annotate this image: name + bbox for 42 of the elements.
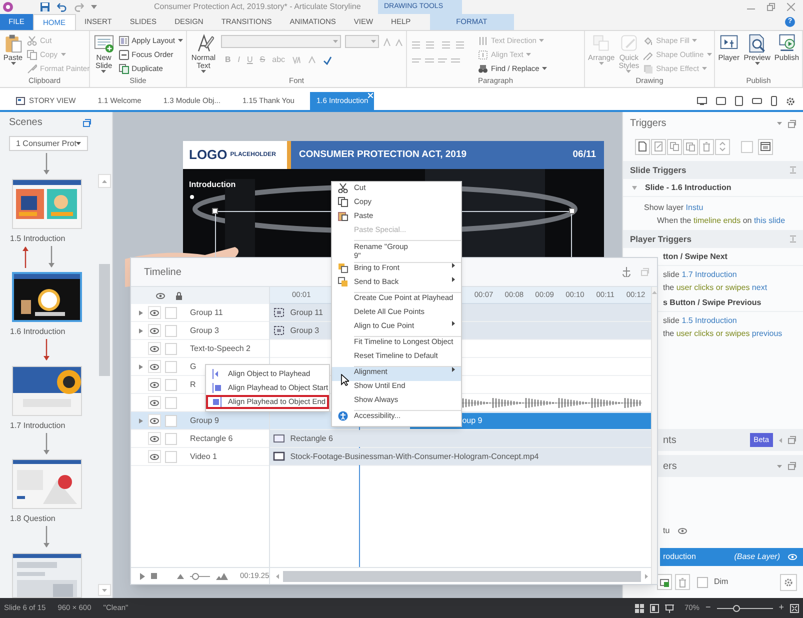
- section-title: Slide Triggers: [630, 164, 686, 176]
- slide-label: 1.7 Introduction: [10, 420, 66, 432]
- trigger-group-title: Slide - 1.6 Introduction: [645, 182, 732, 194]
- bar-label: oup 9: [462, 414, 482, 426]
- slide-title: CONSUMER PROTECTION ACT, 2019: [299, 148, 467, 162]
- slide-label: 1.8 Question: [10, 513, 56, 526]
- bar-label: Group 11: [290, 306, 323, 318]
- section-title: Player Triggers: [630, 232, 692, 246]
- trigger-text: Show layer Instu: [644, 202, 704, 214]
- bar-label: Rectangle 6: [290, 432, 333, 444]
- page-number: 06/11: [572, 148, 596, 162]
- layer-name: tu: [663, 525, 670, 537]
- layer-name: R: [190, 378, 196, 390]
- trigger-text: When the timeline ends on this slide: [657, 214, 786, 226]
- layer-name: Group 9: [190, 414, 219, 426]
- panel-title: Triggers: [630, 117, 666, 131]
- window-title: Consumer Protection Act, 2019.story* - Articulate Storyline: [154, 1, 361, 13]
- layer-name: Text-to-Speech 2: [190, 342, 250, 354]
- trigger-group-title: tton / Swipe Next: [663, 250, 728, 262]
- bar-label: Stock-Footage-Businessman-With-Consumer-Hologram-Concept.mp4: [290, 450, 539, 462]
- layer-name: Group 11: [190, 306, 223, 318]
- layer-name: Rectangle 6: [190, 432, 233, 444]
- panel-title: Scenes: [9, 116, 42, 130]
- panel-title: ers: [663, 460, 677, 474]
- slide-label: 1.5 Introduction: [10, 232, 66, 245]
- panel-title: nts: [663, 434, 676, 448]
- slide-heading: Introduction: [189, 179, 236, 191]
- trigger-text: slide 1.7 Introduction: [663, 268, 737, 280]
- checkbox-label: Dim: [714, 576, 728, 588]
- trigger-group-title: s Button / Swipe Previous: [663, 296, 762, 308]
- layer-name: roduction: [663, 551, 696, 563]
- trigger-text: the user clicks or swipes next: [663, 282, 768, 294]
- logo-text: LOGO: [189, 146, 228, 164]
- layer-note: (Base Layer): [734, 551, 780, 563]
- trigger-text: slide 1.5 Introduction: [663, 314, 737, 326]
- bar-label: Group 3: [290, 324, 320, 336]
- trigger-text: the user clicks or swipes previous: [663, 328, 782, 340]
- panel-title: Timeline: [144, 266, 182, 280]
- slide-label: 1.6 Introduction: [10, 326, 66, 338]
- layer-name: Group 3: [190, 324, 219, 336]
- layer-name: Video 1: [190, 450, 217, 462]
- layer-name: G: [190, 360, 196, 372]
